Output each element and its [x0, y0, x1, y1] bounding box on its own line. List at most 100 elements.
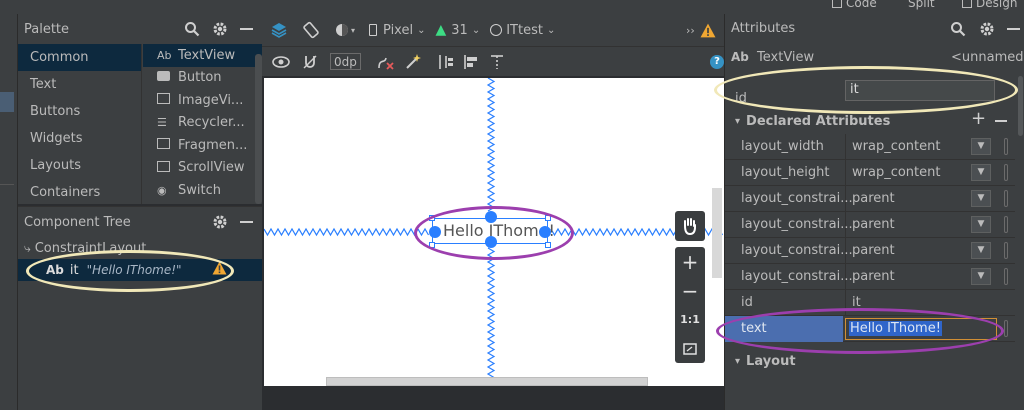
palette-scrollbar[interactable] — [255, 54, 262, 204]
dropdown-arrow-icon[interactable]: ▼ — [971, 242, 991, 259]
split-tab[interactable]: Split — [908, 0, 935, 10]
palette-category-text[interactable]: Text — [18, 71, 141, 98]
autoconnect-icon[interactable] — [302, 54, 318, 70]
constraint-handle-left[interactable] — [429, 226, 441, 238]
search-icon[interactable] — [950, 21, 966, 37]
attr-value[interactable]: parent — [852, 243, 895, 258]
palette-item-textview[interactable]: Ab TextView — [143, 44, 262, 67]
pack-icon[interactable] — [437, 53, 455, 71]
pin-icon[interactable] — [1004, 190, 1008, 207]
gear-icon[interactable] — [979, 21, 995, 37]
dropdown-arrow-icon[interactable]: ▼ — [971, 138, 991, 155]
theme-dropdown[interactable]: ITtest ⌄ — [490, 23, 555, 38]
api-dropdown[interactable]: ▲ 31 ⌄ — [435, 22, 480, 38]
warning-icon[interactable] — [700, 23, 716, 38]
overflow-button[interactable]: ›› — [686, 24, 695, 37]
palette-category-buttons[interactable]: Buttons — [18, 98, 141, 125]
remove-attribute-button[interactable] — [995, 120, 1007, 122]
pin-icon[interactable] — [1004, 268, 1008, 285]
layers-icon[interactable] — [270, 21, 288, 39]
attr-row[interactable]: layout_height wrap_content ▼ — [725, 160, 1015, 186]
attr-row[interactable]: layout_constrai... parent ▼ — [725, 264, 1015, 290]
resize-handle[interactable] — [545, 215, 551, 221]
clear-constraints-icon[interactable] — [377, 54, 395, 70]
minimize-icon[interactable] — [240, 221, 253, 223]
pin-icon[interactable] — [1004, 164, 1008, 181]
attr-row[interactable]: layout_constrai... parent ▼ — [725, 186, 1015, 212]
attr-value[interactable]: parent — [852, 217, 895, 232]
pan-hand-button[interactable] — [675, 211, 705, 241]
constraint-layout-icon: ⤷ — [24, 240, 31, 255]
gear-icon[interactable] — [212, 21, 228, 37]
pin-icon[interactable] — [1004, 242, 1008, 259]
palette-category-widgets[interactable]: Widgets — [18, 125, 141, 152]
attr-row[interactable]: layout_constrai... parent ▼ — [725, 238, 1015, 264]
attr-value[interactable]: parent — [852, 269, 895, 284]
palette-category-layouts[interactable]: Layouts — [18, 152, 141, 179]
attributes-scrollbar[interactable] — [1018, 76, 1023, 136]
palette-category-containers[interactable]: Containers — [18, 179, 141, 206]
canvas-horizontal-scrollbar[interactable] — [326, 377, 648, 386]
attr-row[interactable]: layout_constrai... parent ▼ — [725, 212, 1015, 238]
zoom-out-button[interactable]: − — [675, 276, 705, 305]
column-separator — [845, 160, 846, 186]
constraint-handle-bottom[interactable] — [485, 236, 497, 248]
id-input[interactable]: it — [845, 80, 995, 101]
magic-wand-icon[interactable] — [405, 53, 421, 70]
view-options-icon[interactable] — [272, 55, 290, 69]
palette-item-scrollview[interactable]: ScrollView — [143, 157, 262, 180]
dropdown-arrow-icon[interactable]: ▼ — [971, 268, 991, 285]
layout-toolbar: 0dp ? — [262, 46, 724, 76]
gear-icon[interactable] — [212, 214, 228, 230]
dropdown-arrow-icon[interactable]: ▼ — [971, 216, 991, 233]
zoom-actual-size-button[interactable]: 1:1 — [675, 305, 705, 334]
tool-strip-marker[interactable] — [0, 92, 14, 112]
resize-handle[interactable] — [429, 215, 435, 221]
dropdown-arrow-icon[interactable]: ▼ — [971, 190, 991, 207]
constraint-handle-right[interactable] — [539, 226, 551, 238]
dropdown-arrow-icon[interactable]: ▼ — [971, 164, 991, 181]
zoom-in-button[interactable]: + — [675, 247, 705, 276]
text-value-input[interactable]: Hello IThome! — [845, 318, 997, 340]
minimize-icon[interactable] — [1007, 28, 1020, 30]
palette-item-recyclerview[interactable]: ☰ Recycler... — [143, 112, 262, 135]
resize-handle[interactable] — [545, 242, 551, 248]
default-margin-field[interactable]: 0dp — [330, 53, 361, 70]
guidelines-icon[interactable] — [489, 53, 505, 71]
add-attribute-button[interactable]: + — [971, 108, 986, 129]
orientation-icon[interactable] — [302, 21, 320, 39]
tree-row-textview[interactable]: Ab it "Hello IThome!" — [18, 259, 262, 281]
layout-section-header[interactable]: ▾ Layout — [725, 350, 1021, 372]
palette-item-fragment[interactable]: Fragmen... — [143, 134, 262, 157]
pin-icon[interactable] — [1004, 138, 1008, 155]
canvas-vertical-scrollbar[interactable] — [712, 188, 722, 278]
attr-value[interactable]: wrap_content — [852, 139, 940, 154]
attr-value[interactable]: parent — [852, 191, 895, 206]
pin-icon[interactable] — [1004, 216, 1008, 233]
attr-value[interactable]: it — [852, 295, 861, 310]
declared-attributes-header[interactable]: ▾ Declared Attributes + — [725, 108, 1021, 132]
help-icon[interactable]: ? — [710, 54, 724, 69]
minimize-icon[interactable] — [240, 28, 253, 30]
attr-row[interactable]: id it — [725, 290, 1015, 316]
attr-row-text[interactable]: text Hello IThome! — [725, 316, 1015, 342]
design-tab[interactable]: Design — [962, 0, 1017, 10]
zoom-fit-button[interactable] — [675, 334, 705, 363]
warning-icon[interactable] — [212, 261, 227, 279]
constraint-handle-top[interactable] — [485, 211, 497, 223]
pin-icon[interactable] — [1004, 320, 1008, 337]
palette-category-common[interactable]: Common — [18, 44, 141, 71]
palette-item-imageview[interactable]: ImageVi... — [143, 89, 262, 112]
palette-item-switch[interactable]: ◉ Switch — [143, 179, 262, 202]
attr-row[interactable]: layout_width wrap_content ▼ — [725, 134, 1015, 160]
align-icon[interactable] — [463, 53, 481, 71]
search-icon[interactable] — [184, 21, 200, 37]
device-preview[interactable]: Hello IThome! — [264, 78, 724, 386]
palette-item-button[interactable]: Button — [143, 67, 262, 90]
night-mode-icon[interactable]: ▾ — [334, 22, 355, 38]
device-dropdown[interactable]: Pixel ⌄ — [369, 23, 425, 38]
code-tab[interactable]: Code — [832, 0, 877, 10]
resize-handle[interactable] — [429, 242, 435, 248]
attr-value[interactable]: wrap_content — [852, 165, 940, 180]
tree-row-root[interactable]: ⤷ ConstraintLayout — [18, 237, 262, 259]
